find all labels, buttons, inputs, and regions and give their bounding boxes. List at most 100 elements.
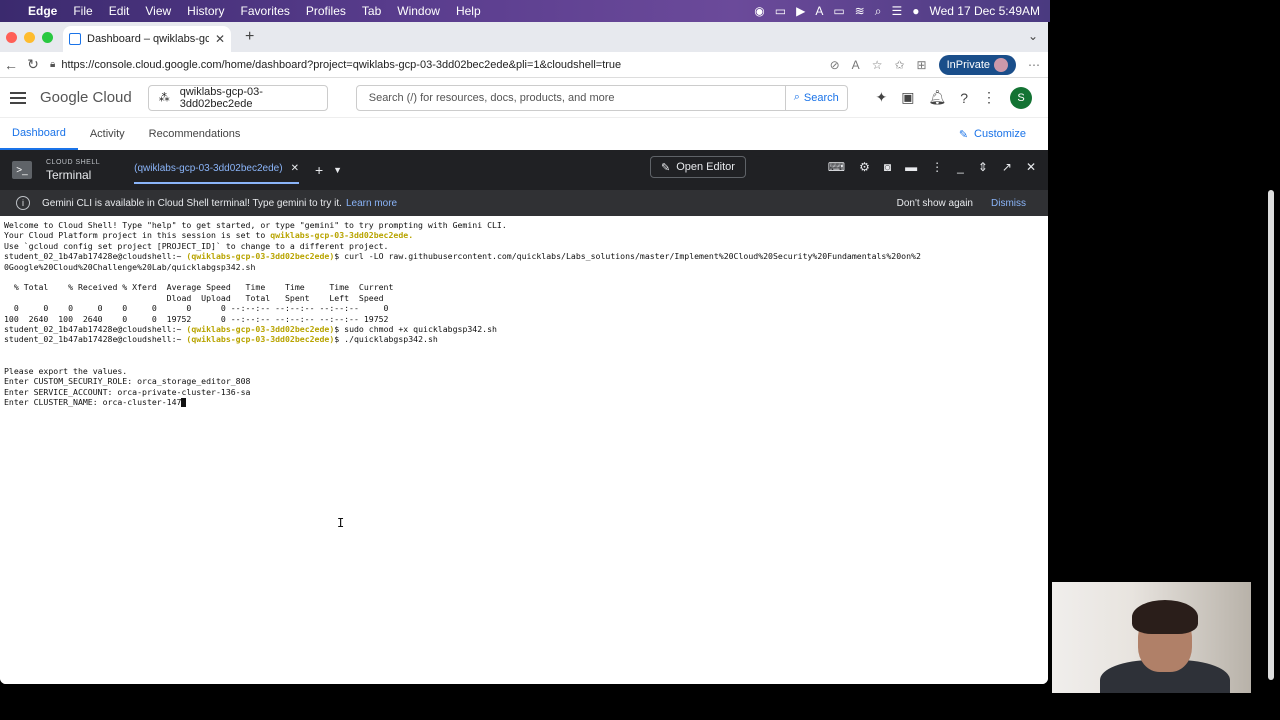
favorite-star-icon[interactable]: ☆ — [872, 58, 883, 72]
datetime[interactable]: Wed 17 Dec 5:49AM — [929, 4, 1040, 18]
restore-icon[interactable]: ⇕ — [978, 160, 988, 174]
terminal-output[interactable]: Welcome to Cloud Shell! Type "help" to g… — [0, 216, 1048, 684]
webcam-overlay — [1052, 582, 1251, 693]
lock-icon[interactable]: 🔒︎ — [50, 59, 55, 70]
session-dropdown-icon[interactable]: ▼ — [333, 165, 342, 175]
spotlight-search-icon[interactable]: ⌕ — [875, 4, 882, 19]
play-icon[interactable]: ▶ — [796, 4, 805, 18]
menu-help[interactable]: Help — [448, 4, 489, 18]
menu-history[interactable]: History — [179, 4, 232, 18]
inprivate-badge[interactable]: InPrivate — [938, 54, 1016, 75]
zoom-window-button[interactable] — [42, 31, 53, 43]
prompt-project: (qwiklabs-gcp-03-3dd02bec2ede) — [186, 334, 335, 345]
dismiss-button[interactable]: Dismiss — [991, 198, 1026, 209]
logo-text: Google Cloud — [40, 89, 132, 106]
web-preview-icon[interactable]: ◙ — [884, 160, 891, 174]
terminal-line: Use `gcloud config set project [PROJECT_… — [4, 240, 389, 251]
tab-list-chevron-icon[interactable]: ⌄ — [1028, 29, 1038, 43]
tab-recommendations[interactable]: Recommendations — [137, 118, 253, 150]
new-tab-icon[interactable]: + — [245, 28, 254, 46]
close-session-icon[interactable]: ✕ — [291, 163, 299, 174]
keyboard-icon[interactable]: ⌨ — [828, 160, 845, 174]
more-menu-icon[interactable]: ⋯ — [1028, 58, 1040, 72]
tab-dashboard[interactable]: Dashboard — [0, 118, 78, 150]
terminal-command: $ curl -LO raw.githubusercontent.com/qui… — [334, 251, 921, 262]
menu-tab[interactable]: Tab — [354, 4, 389, 18]
account-avatar[interactable]: S — [1010, 86, 1032, 109]
siri-icon[interactable]: ● — [912, 4, 919, 18]
header-icons: ✦ ▣ 🔔︎ ? ⋮ S — [875, 86, 1048, 109]
hamburger-menu-icon[interactable] — [10, 91, 26, 104]
terminal-line: Your Cloud Platform project in this sess… — [4, 230, 271, 241]
terminal-tab-label: (qwiklabs-gcp-03-3dd02bec2ede) — [134, 162, 283, 174]
prompt-user: student_02_1b47ab17428e@cloudshell:~ — [4, 251, 187, 262]
add-session-icon[interactable]: + — [315, 162, 323, 178]
control-center-icon[interactable]: ☰ — [891, 4, 902, 18]
close-window-button[interactable] — [6, 31, 17, 43]
notifications-bell-icon[interactable]: 🔔︎ — [928, 89, 946, 106]
terminal-line: Enter CUSTOM_SECURIY_ROLE: orca_storage_… — [4, 376, 251, 387]
google-cloud-logo[interactable]: Google Cloud — [40, 89, 132, 106]
minimize-icon[interactable]: _ — [957, 160, 964, 174]
project-picker[interactable]: ⁂ qwiklabs-gcp-03-3dd02bec2ede — [147, 84, 328, 111]
settings-gear-icon[interactable]: ⚙ — [859, 160, 870, 174]
terminal-project-highlight: qwiklabs-gcp-03-3dd02bec2ede. — [270, 230, 414, 241]
project-icon: ⁂ — [158, 92, 170, 104]
menu-file[interactable]: File — [65, 4, 100, 18]
menu-favorites[interactable]: Favorites — [233, 4, 298, 18]
info-icon: i — [16, 196, 30, 210]
window-controls — [0, 31, 53, 43]
menu-profiles[interactable]: Profiles — [298, 4, 354, 18]
terminal-command: $ sudo chmod +x quicklabgsp342.sh — [334, 324, 497, 335]
search-button-label: Search — [803, 91, 839, 104]
gemini-message: Gemini CLI is available in Cloud Shell t… — [42, 197, 342, 209]
wifi-icon[interactable]: ≋ — [855, 4, 865, 18]
open-editor-button[interactable]: ✎ Open Editor — [650, 156, 746, 178]
tab-activity[interactable]: Activity — [78, 118, 137, 150]
more-options-icon[interactable]: ⋮ — [931, 160, 943, 174]
battery-icon[interactable]: ▭ — [833, 4, 844, 18]
minimize-window-button[interactable] — [24, 31, 35, 43]
read-aloud-icon[interactable]: A — [852, 58, 860, 72]
layout-icon[interactable]: ▬ — [905, 160, 917, 174]
screen-share-icon[interactable]: ▭ — [775, 4, 786, 18]
text-a-icon[interactable]: A — [815, 4, 823, 18]
dashboard-tabs: Dashboard Activity Recommendations ✎ Cus… — [0, 118, 1048, 150]
favorites-icon[interactable]: ✩ — [894, 58, 904, 72]
browser-window: Dashboard – qwiklabs-gcp-03- ✕ + ⌄ ← ↻ 🔒… — [0, 22, 1048, 684]
customize-button[interactable]: ✎ Customize — [959, 128, 1048, 141]
terminal-title: Terminal — [46, 167, 92, 182]
menu-edit[interactable]: Edit — [101, 4, 138, 18]
cloud-shell-icon[interactable]: ▣ — [901, 89, 914, 106]
back-icon[interactable]: ← — [0, 57, 22, 73]
url-field[interactable]: 🔒︎ https://console.cloud.google.com/home… — [44, 59, 830, 71]
curl-row: 0 0 0 0 0 0 0 0 --:--:-- --:--:-- --:--:… — [4, 303, 389, 314]
prompt-user: student_02_1b47ab17428e@cloudshell:~ — [4, 334, 187, 345]
terminal-line: Enter CLUSTER_NAME: orca-cluster-147 — [4, 396, 182, 407]
project-name: qwiklabs-gcp-03-3dd02bec2ede — [179, 85, 263, 110]
more-vert-icon[interactable]: ⋮ — [982, 89, 996, 106]
learn-more-link[interactable]: Learn more — [346, 198, 397, 209]
screen-record-icon[interactable]: ◉ — [754, 4, 764, 18]
close-tab-icon[interactable]: ✕ — [215, 32, 225, 46]
profile-avatar — [994, 57, 1008, 72]
open-new-window-icon[interactable]: ↗ — [1002, 160, 1012, 174]
tracking-prevention-icon[interactable]: ⊘ — [830, 58, 840, 72]
gemini-spark-icon[interactable]: ✦ — [875, 89, 887, 106]
search-button[interactable]: ⌕ Search — [785, 84, 848, 111]
page-scrollbar[interactable] — [1268, 190, 1274, 680]
close-shell-icon[interactable]: ✕ — [1026, 160, 1036, 174]
search-input[interactable]: Search (/) for resources, docs, products… — [355, 84, 786, 111]
dont-show-again-button[interactable]: Don't show again — [897, 198, 973, 209]
prompt-user: student_02_1b47ab17428e@cloudshell:~ — [4, 324, 187, 335]
menu-view[interactable]: View — [137, 4, 179, 18]
browser-tab[interactable]: Dashboard – qwiklabs-gcp-03- ✕ — [63, 26, 231, 52]
reload-icon[interactable]: ↻ — [22, 56, 44, 73]
menu-app-name[interactable]: Edge — [20, 4, 65, 18]
extensions-icon[interactable]: ⊞ — [917, 58, 927, 72]
terminal-command-cont: 0Google%20Cloud%20Challenge%20Lab/quickl… — [4, 261, 256, 272]
menu-window[interactable]: Window — [389, 4, 448, 18]
help-icon[interactable]: ? — [960, 90, 968, 106]
terminal-session-tab[interactable]: (qwiklabs-gcp-03-3dd02bec2ede) ✕ — [134, 157, 299, 184]
status-icons: ◉ ▭ ▶ A ▭ ≋ ⌕ ☰ ● Wed 17 Dec 5:49AM — [754, 4, 1050, 19]
